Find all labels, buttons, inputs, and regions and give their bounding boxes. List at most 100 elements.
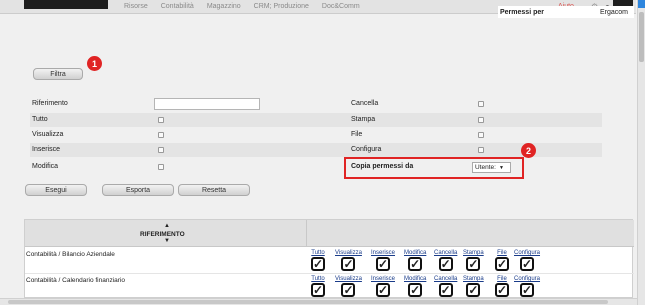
riferimento-label: Riferimento <box>32 100 68 107</box>
checkmark-icon[interactable]: ✓ <box>466 283 481 297</box>
perm-label[interactable]: Tutto <box>311 250 325 256</box>
logo <box>24 0 108 9</box>
tutto-label: Tutto <box>32 116 48 123</box>
permissions-table: ▲ RIFERIMENTO ▼ Contabilità / Bilancio A… <box>24 219 634 300</box>
stampa-label: Stampa <box>351 116 376 123</box>
checkmark-icon[interactable]: ✓ <box>311 283 325 297</box>
row-name: Contabilità / Calendario finanziario <box>26 277 126 284</box>
perm-label[interactable]: Visualizza <box>335 250 362 256</box>
perm-stampa[interactable]: Stampa ✓ <box>463 276 484 297</box>
configura-checkbox[interactable] <box>478 147 484 153</box>
perm-inserisce[interactable]: Inserisce ✓ <box>371 276 395 297</box>
riferimento-column-header[interactable]: ▲ RIFERIMENTO ▼ <box>25 220 307 247</box>
perm-visualizza[interactable]: Visualizza ✓ <box>335 250 362 271</box>
perm-cancella[interactable]: Cancella ✓ <box>434 250 457 271</box>
perm-label[interactable]: Tutto <box>311 276 325 282</box>
perm-label[interactable]: Modifica <box>404 250 426 256</box>
sort-down-icon[interactable]: ▼ <box>164 238 170 244</box>
checkmark-icon[interactable]: ✓ <box>520 257 534 271</box>
perm-label[interactable]: Visualizza <box>335 276 362 282</box>
checkmark-icon[interactable]: ✓ <box>520 283 534 297</box>
perm-modifica[interactable]: Modifica ✓ <box>404 276 426 297</box>
checkmark-icon[interactable]: ✓ <box>408 283 423 297</box>
table-row: Contabilità / Calendario finanziario Tut… <box>25 274 634 300</box>
perm-label[interactable]: Inserisce <box>371 250 395 256</box>
run-button[interactable]: Esegui <box>25 184 87 196</box>
checkmark-icon[interactable]: ✓ <box>311 257 325 271</box>
scrollbar-thumb[interactable] <box>8 300 608 304</box>
perm-label[interactable]: Cancella <box>434 276 457 282</box>
file-checkbox[interactable] <box>478 132 484 138</box>
checkmark-icon[interactable]: ✓ <box>408 257 423 271</box>
checkmark-icon[interactable]: ✓ <box>495 257 509 271</box>
perm-label[interactable]: Configura <box>514 276 540 282</box>
inserisce-label: Inserisce <box>32 146 61 153</box>
checkmark-icon[interactable]: ✓ <box>438 257 453 271</box>
menu-item-crm-produzione[interactable]: CRM; Produzione <box>254 3 309 10</box>
perm-label[interactable]: Stampa <box>463 276 484 282</box>
checkmark-icon[interactable]: ✓ <box>341 257 356 271</box>
perm-configura[interactable]: Configura ✓ <box>514 276 540 297</box>
permissions-for-value: Ergacom <box>599 8 628 16</box>
perm-label[interactable]: Inserisce <box>371 276 395 282</box>
visualizza-checkbox[interactable] <box>158 132 164 138</box>
perm-file[interactable]: File ✓ <box>495 250 509 271</box>
stampa-checkbox[interactable] <box>478 117 484 123</box>
modifica-checkbox[interactable] <box>158 164 164 170</box>
visualizza-label: Visualizza <box>32 131 64 138</box>
reset-button[interactable]: Resetta <box>178 184 250 196</box>
export-button[interactable]: Esporta <box>102 184 174 196</box>
checkmark-icon[interactable]: ✓ <box>495 283 509 297</box>
cancella-checkbox[interactable] <box>478 101 484 107</box>
form-row-visualizza: Visualizza File <box>30 128 602 142</box>
scrollbar-thumb[interactable] <box>639 12 644 62</box>
configura-label: Configura <box>351 146 382 153</box>
inserisce-checkbox[interactable] <box>158 147 164 153</box>
perm-inserisce[interactable]: Inserisce ✓ <box>371 250 395 271</box>
perm-label[interactable]: Cancella <box>434 250 457 256</box>
filter-button[interactable]: Filtra <box>33 68 83 80</box>
perm-configura[interactable]: Configura ✓ <box>514 250 540 271</box>
modifica-label: Modifica <box>32 163 59 170</box>
vertical-scrollbar[interactable] <box>637 0 645 305</box>
checkmark-icon[interactable]: ✓ <box>438 283 453 297</box>
row-name: Contabilità / Bilancio Aziendale <box>26 251 115 258</box>
scroll-arrow-icon[interactable] <box>638 0 645 8</box>
menu-item-magazzino[interactable]: Magazzino <box>207 3 241 10</box>
copy-from-select-value: Utente: <box>475 164 496 171</box>
sort-up-icon[interactable]: ▲ <box>164 223 170 229</box>
table-row: Contabilità / Bilancio Aziendale Tutto ✓ … <box>25 248 634 274</box>
permissions-for-header: Permessi per Ergacom <box>498 6 634 18</box>
riferimento-column-label: RIFERIMENTO <box>140 231 185 238</box>
step-badge-2: 2 <box>521 143 536 158</box>
perm-label[interactable]: Stampa <box>463 250 484 256</box>
perm-tutto[interactable]: Tutto ✓ <box>311 276 325 297</box>
checkmark-icon[interactable]: ✓ <box>376 283 390 297</box>
menu-item-doc-comm[interactable]: Doc&Comm <box>322 3 360 10</box>
permissions-for-label: Permessi per <box>500 8 544 16</box>
form-row-riferimento: Riferimento Cancella <box>30 97 602 111</box>
form-row-inserisce: Inserisce Configura <box>30 143 602 157</box>
checkmark-icon[interactable]: ✓ <box>376 257 390 271</box>
perm-tutto[interactable]: Tutto ✓ <box>311 250 325 271</box>
table-header: ▲ RIFERIMENTO ▼ <box>25 220 634 247</box>
riferimento-input[interactable] <box>154 98 260 110</box>
perm-label[interactable]: Modifica <box>404 276 426 282</box>
copy-from-select[interactable]: Utente: ▼ <box>472 162 511 173</box>
file-label: File <box>351 131 363 138</box>
perm-label[interactable]: Configura <box>514 250 540 256</box>
chevron-down-icon: ▼ <box>498 164 504 171</box>
perm-label[interactable]: File <box>495 276 509 282</box>
perm-label[interactable]: File <box>495 250 509 256</box>
perm-file[interactable]: File ✓ <box>495 276 509 297</box>
tutto-checkbox[interactable] <box>158 117 164 123</box>
perm-visualizza[interactable]: Visualizza ✓ <box>335 276 362 297</box>
perm-cancella[interactable]: Cancella ✓ <box>434 276 457 297</box>
checkmark-icon[interactable]: ✓ <box>341 283 356 297</box>
checkmark-icon[interactable]: ✓ <box>466 257 481 271</box>
horizontal-scrollbar[interactable] <box>0 298 637 305</box>
menu-item-contabilita[interactable]: Contabilità <box>161 3 194 10</box>
menu-item-risorse[interactable]: Risorse <box>124 3 148 10</box>
perm-modifica[interactable]: Modifica ✓ <box>404 250 426 271</box>
perm-stampa[interactable]: Stampa ✓ <box>463 250 484 271</box>
